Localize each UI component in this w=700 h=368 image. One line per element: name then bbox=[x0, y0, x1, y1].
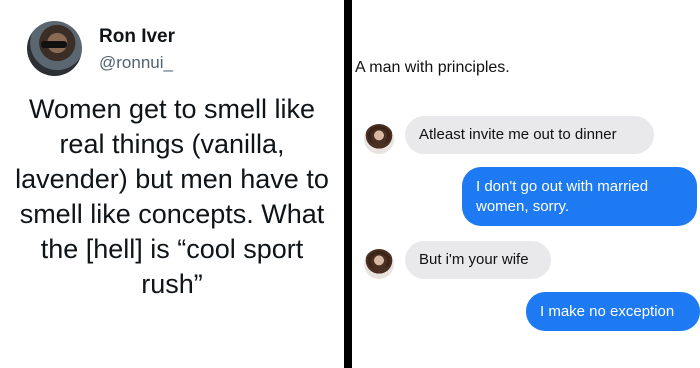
chat-avatar-photo bbox=[364, 124, 394, 154]
sunglasses-detail bbox=[41, 41, 67, 48]
chat-avatar-photo bbox=[364, 249, 394, 279]
tweet-body-text: Women get to smell like real things (van… bbox=[15, 94, 329, 299]
chat-caption: A man with principles. bbox=[355, 59, 510, 76]
message-received: Atleast invite me out to dinner bbox=[405, 116, 654, 154]
avatar-hair-detail bbox=[368, 126, 390, 144]
tweet-panel: Ron Iver @ronnui_ Women get to smell lik… bbox=[0, 0, 344, 368]
tweet-user-name[interactable]: Ron Iver bbox=[99, 26, 175, 48]
tweet-avatar-photo[interactable] bbox=[27, 21, 82, 76]
panel-divider bbox=[344, 0, 352, 368]
chat-panel: A man with principles. Atleast invite me… bbox=[352, 0, 700, 368]
message-sent: I make no exception bbox=[526, 292, 700, 331]
avatar-hair-detail bbox=[368, 251, 390, 269]
message-received: But i'm your wife bbox=[405, 241, 551, 279]
message-sent: I don't go out with married women, sorry… bbox=[462, 167, 697, 226]
tweet-user-handle[interactable]: @ronnui_ bbox=[99, 53, 173, 73]
